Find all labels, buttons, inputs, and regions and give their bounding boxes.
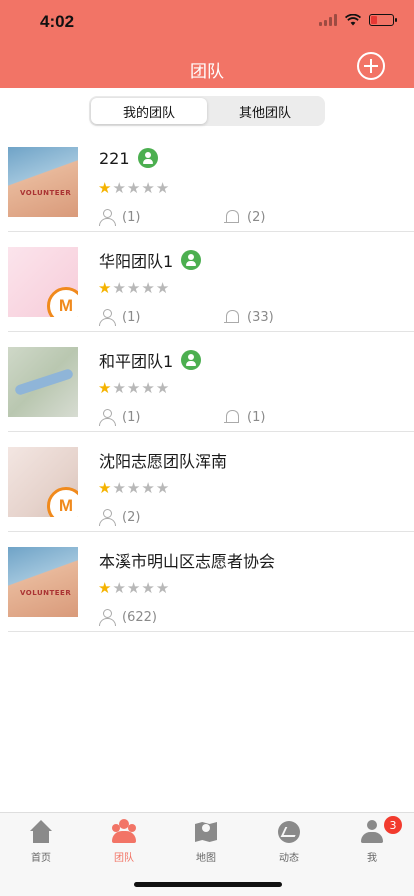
team-row[interactable]: VOLUNTEER 221 ★ ★ ★ ★ ★ (1) (2) (8, 132, 414, 232)
tab-label: 团队 (114, 853, 134, 864)
member-icon (98, 508, 116, 526)
team-segment-control: 我的团队 其他团队 (89, 96, 325, 126)
star-rating: ★ ★ ★ ★ ★ (98, 280, 169, 296)
star-empty-icon: ★ (126, 279, 141, 297)
star-empty-icon: ★ (112, 579, 126, 597)
star-rating: ★ ★ ★ ★ ★ (98, 580, 169, 596)
team-name: 华阳团队1 (99, 252, 174, 271)
team-name: 和平团队1 (99, 352, 174, 371)
star-filled-icon: ★ (98, 479, 112, 497)
home-icon (28, 819, 54, 845)
star-empty-icon: ★ (155, 379, 170, 397)
star-empty-icon: ★ (155, 179, 170, 197)
status-icons (319, 14, 397, 26)
member-count: (1) (122, 209, 141, 225)
verified-member-icon (181, 350, 202, 370)
volunteer-hand-image: VOLUNTEER (20, 589, 72, 597)
star-rating: ★ ★ ★ ★ ★ (98, 480, 169, 496)
team-avatar: VOLUNTEER (8, 147, 78, 217)
tab-map[interactable]: 地图 (176, 819, 236, 865)
tab-label: 动态 (279, 853, 299, 864)
star-empty-icon: ★ (126, 379, 141, 397)
star-empty-icon: ★ (126, 479, 141, 497)
star-empty-icon: ★ (141, 479, 155, 497)
member-count: (622) (122, 609, 157, 625)
notification-badge: 3 (384, 816, 402, 834)
home-indicator (134, 882, 282, 887)
star-empty-icon: ★ (112, 479, 126, 497)
notice-count: (2) (247, 209, 266, 225)
member-icon (98, 408, 116, 426)
map-image (13, 367, 75, 397)
tab-home[interactable]: 首页 (11, 819, 71, 865)
member-count: (1) (122, 409, 141, 425)
team-name: 沈阳志愿团队浑南 (99, 452, 228, 471)
star-empty-icon: ★ (141, 279, 155, 297)
team-name: 本溪市明山区志愿者协会 (99, 552, 276, 571)
team-avatar (8, 347, 78, 417)
star-empty-icon: ★ (141, 579, 155, 597)
volunteer-logo-icon: M (47, 487, 78, 517)
member-count: (2) (122, 509, 141, 525)
team-avatar: M (8, 247, 78, 317)
tab-label: 地图 (196, 853, 216, 864)
verified-member-icon (181, 250, 202, 270)
bell-icon (223, 308, 241, 326)
star-empty-icon: ★ (141, 179, 155, 197)
star-empty-icon: ★ (112, 279, 126, 297)
tab-label: 我 (367, 853, 377, 864)
member-icon (98, 208, 116, 226)
team-row[interactable]: M 华阳团队1 ★ ★ ★ ★ ★ (1) (33) (8, 232, 414, 332)
add-team-button[interactable] (357, 52, 385, 80)
team-list: VOLUNTEER 221 ★ ★ ★ ★ ★ (1) (2) M 华阳团队1 … (0, 132, 414, 632)
tab-profile[interactable]: 3 我 (342, 816, 402, 865)
member-count: (1) (122, 309, 141, 325)
bell-icon (223, 208, 241, 226)
notice-count: (33) (247, 309, 274, 325)
star-filled-icon: ★ (98, 579, 112, 597)
page-title: 团队 (190, 62, 224, 81)
star-filled-icon: ★ (98, 179, 112, 197)
map-icon (193, 819, 219, 845)
profile-icon (359, 819, 385, 845)
wifi-icon (345, 14, 361, 26)
star-empty-icon: ★ (155, 479, 170, 497)
volunteer-hand-image: VOLUNTEER (20, 189, 72, 197)
activity-icon (276, 819, 302, 845)
team-name: 221 (99, 148, 130, 168)
star-empty-icon: ★ (126, 179, 141, 197)
star-empty-icon: ★ (155, 279, 170, 297)
tab-my-teams[interactable]: 我的团队 (91, 98, 207, 124)
star-filled-icon: ★ (98, 379, 112, 397)
team-row[interactable]: 和平团队1 ★ ★ ★ ★ ★ (1) (1) (8, 332, 414, 432)
volunteer-logo-icon: M (47, 287, 78, 317)
star-empty-icon: ★ (112, 379, 126, 397)
team-row[interactable]: VOLUNTEER 本溪市明山区志愿者协会 ★ ★ ★ ★ ★ (622) (8, 532, 414, 632)
star-empty-icon: ★ (112, 179, 126, 197)
star-empty-icon: ★ (141, 379, 155, 397)
battery-icon (369, 14, 397, 26)
tab-other-teams[interactable]: 其他团队 (207, 98, 323, 124)
tab-label: 首页 (31, 853, 51, 864)
bell-icon (223, 408, 241, 426)
team-avatar: M (8, 447, 78, 517)
status-time: 4:02 (40, 12, 75, 31)
tab-activity[interactable]: 动态 (259, 819, 319, 865)
team-row[interactable]: M 沈阳志愿团队浑南 ★ ★ ★ ★ ★ (2) (8, 432, 414, 532)
member-icon (98, 308, 116, 326)
verified-member-icon (137, 148, 158, 168)
star-empty-icon: ★ (126, 579, 141, 597)
star-filled-icon: ★ (98, 279, 112, 297)
star-empty-icon: ★ (155, 579, 170, 597)
team-icon (111, 819, 137, 845)
notice-count: (1) (247, 409, 266, 425)
tab-team[interactable]: 团队 (94, 819, 154, 865)
member-icon (98, 608, 116, 626)
nav-header: 4:02 团队 (0, 0, 414, 88)
star-rating: ★ ★ ★ ★ ★ (98, 180, 169, 196)
star-rating: ★ ★ ★ ★ ★ (98, 380, 169, 396)
team-avatar: VOLUNTEER (8, 547, 78, 617)
cellular-signal-icon (319, 14, 337, 26)
